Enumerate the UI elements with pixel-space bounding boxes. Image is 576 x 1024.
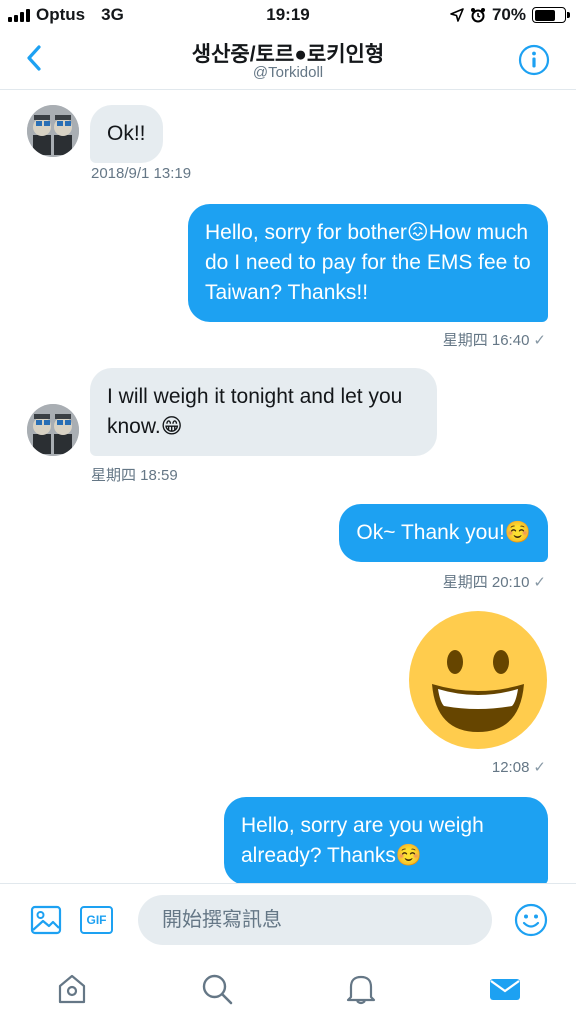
smiley-icon[interactable]: [514, 903, 548, 937]
message-timestamp-row: 星期四 20:10 ✓: [443, 571, 546, 592]
read-check-icon: ✓: [533, 574, 546, 591]
message-timestamp: 星期四 16:40: [442, 332, 530, 349]
message-timestamp: 星期四 20:10: [442, 574, 530, 591]
conversation-handle[interactable]: @Torkidoll: [0, 64, 576, 81]
message-bubble-outgoing[interactable]: Hello, sorry are you weigh already? Than…: [224, 797, 548, 883]
sender-avatar[interactable]: [27, 105, 79, 157]
conversation-header: 생산중/토르●로키인형 @Torkidoll: [0, 30, 576, 90]
message-text: Hello, sorry are you weigh already? Than…: [241, 814, 484, 867]
gif-button[interactable]: GIF: [80, 906, 113, 934]
location-arrow-icon: [450, 8, 464, 22]
message-bubble-outgoing[interactable]: Ok~ Thank you!☺️: [339, 504, 548, 562]
message-thread[interactable]: Ok!! 2018/9/1 13:19 Hello, sorry for bot…: [0, 91, 576, 883]
home-icon[interactable]: [55, 972, 89, 1006]
message-timestamp: 星期四 18:59: [91, 467, 178, 484]
avatar-image: [27, 404, 79, 456]
message-input[interactable]: [138, 895, 492, 945]
bell-icon[interactable]: [344, 972, 378, 1006]
status-bar: Optus 3G 19:19 70%: [0, 0, 576, 30]
read-check-icon: ✓: [533, 332, 546, 349]
tab-bar: [0, 955, 576, 1024]
message-text: Hello, sorry for bother😖How much do I ne…: [205, 221, 531, 304]
message-bubble-outgoing[interactable]: Hello, sorry for bother😖How much do I ne…: [188, 204, 548, 322]
battery-fill: [534, 9, 555, 21]
alarm-icon: [470, 8, 485, 23]
avatar-image: [27, 105, 79, 157]
message-composer: GIF: [0, 883, 576, 955]
message-text: Ok~ Thank you!☺️: [356, 521, 531, 544]
message-timestamp-row: 星期四 16:40 ✓: [443, 329, 546, 350]
battery-icon: [532, 7, 570, 23]
message-bubble-incoming[interactable]: Ok!!: [90, 105, 163, 163]
image-icon[interactable]: [30, 904, 62, 936]
grinning-face-emoji[interactable]: [408, 610, 548, 750]
message-timestamp: 2018/9/1 13:19: [91, 165, 192, 182]
message-text: I will weigh it tonight and let you know…: [107, 385, 403, 438]
search-icon[interactable]: [200, 972, 234, 1006]
mail-icon[interactable]: [488, 972, 522, 1006]
info-circle-icon[interactable]: [518, 44, 550, 76]
message-timestamp: 12:08: [491, 759, 530, 776]
message-bubble-incoming[interactable]: I will weigh it tonight and let you know…: [90, 368, 437, 456]
battery-label: 70%: [491, 5, 526, 24]
message-text: Ok!!: [107, 122, 146, 145]
read-check-icon: ✓: [533, 759, 546, 776]
sender-avatar[interactable]: [27, 404, 79, 456]
message-timestamp-row: 12:08 ✓: [492, 758, 546, 776]
status-right: 70%: [450, 5, 570, 25]
